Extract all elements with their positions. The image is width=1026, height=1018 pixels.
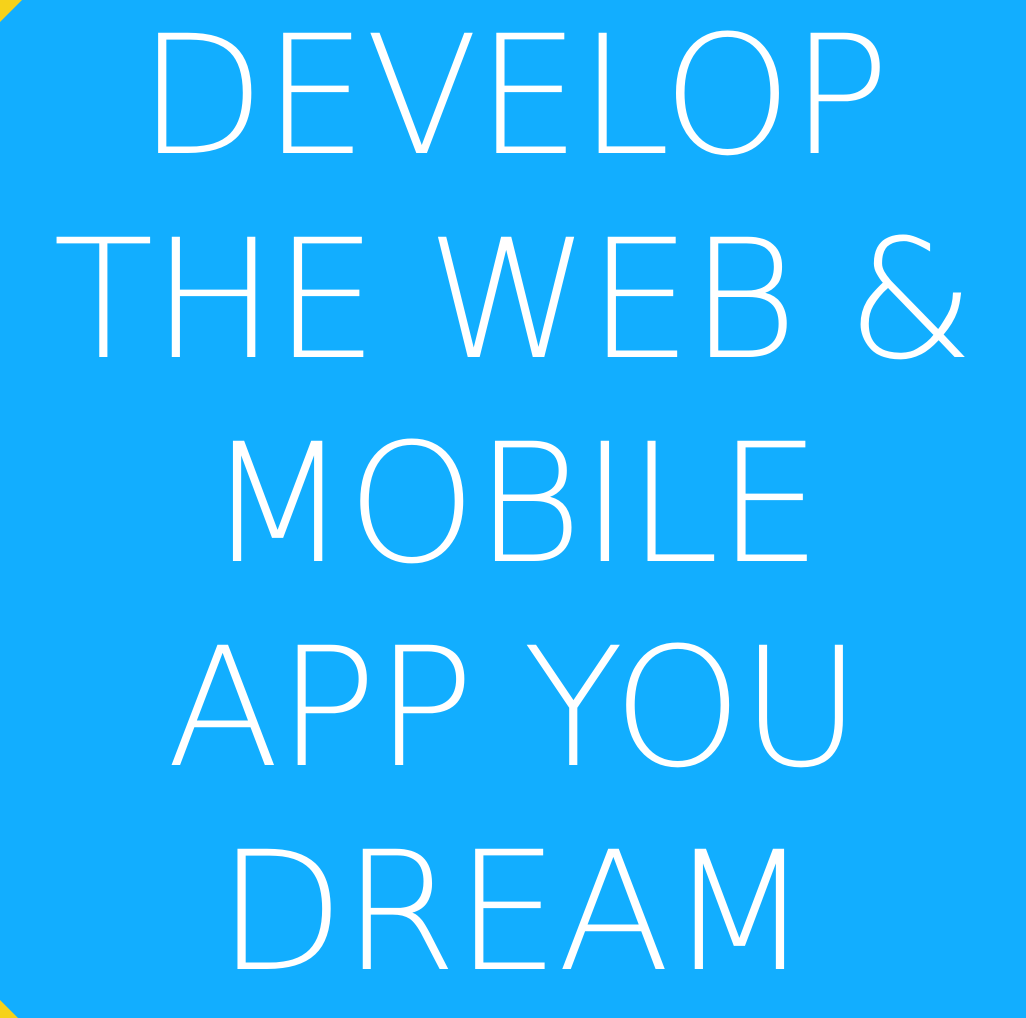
promo-banner: DEVELOP THE WEB & MOBILE APP YOU DREAM: [0, 0, 1026, 1018]
headline-line-3: MOBILE: [206, 408, 821, 600]
headline-line-4: APP YOU: [166, 612, 862, 804]
headline-line-5: DREAM: [217, 816, 810, 1008]
headline-line-2: THE WEB &: [52, 204, 975, 396]
corner-accent-bottom-left: [0, 1000, 18, 1018]
headline-line-1: DEVELOP: [138, 0, 890, 192]
